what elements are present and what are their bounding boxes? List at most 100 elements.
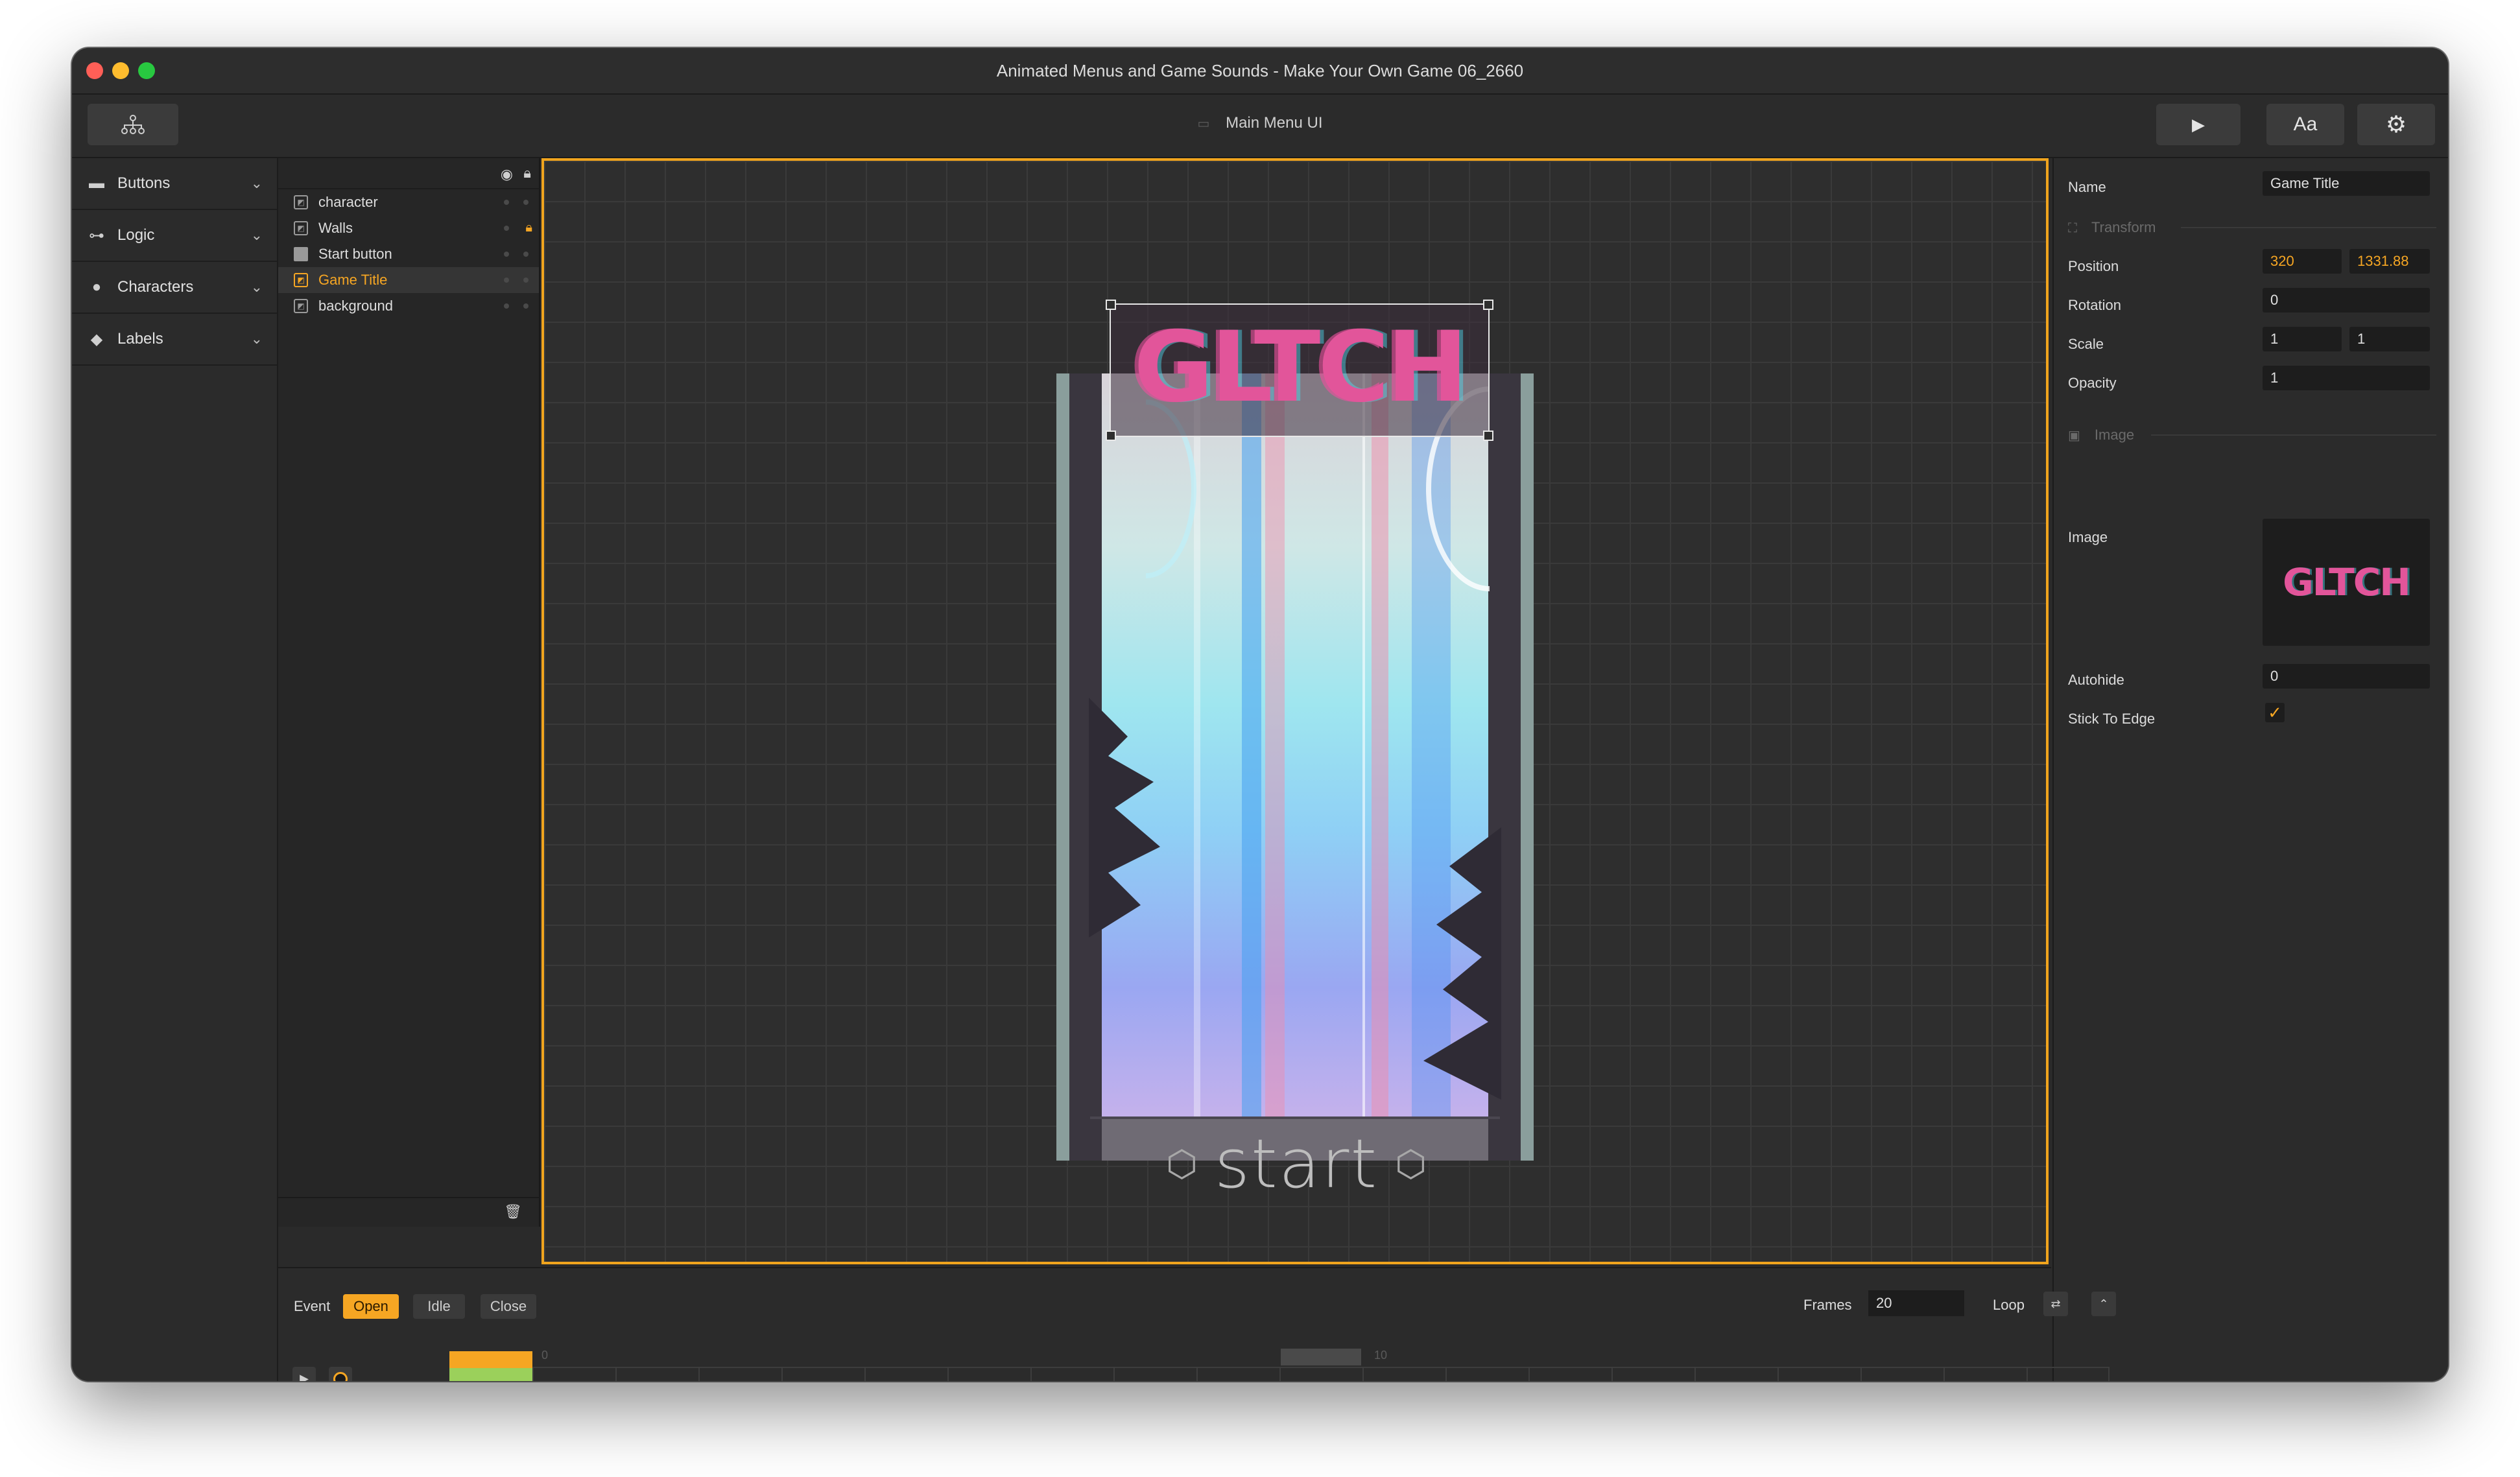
layers-header: ◉ 🔒︎	[278, 158, 539, 189]
frame-cell[interactable]	[1445, 1367, 1530, 1381]
layer-label: Game Title	[318, 272, 388, 288]
start-button-art: ⬡ start ⬡	[1160, 1124, 1432, 1203]
frame-cell[interactable]	[947, 1367, 1032, 1381]
visibility-dot[interactable]	[504, 226, 509, 231]
timeline-panel: Event Open Idle Close Frames 20 Loop ⇄ ⌃…	[278, 1267, 2116, 1381]
scale-x-field[interactable]: 1	[2263, 327, 2342, 351]
scene-canvas[interactable]: ⬡ start ⬡ GLTCH	[541, 158, 2049, 1264]
play-icon: ▶	[2192, 114, 2205, 134]
visibility-dot[interactable]	[504, 278, 509, 283]
event-label: Event	[294, 1298, 331, 1314]
collapse-button[interactable]: ⌃	[2091, 1292, 2116, 1316]
frame-cell[interactable]	[2027, 1367, 2110, 1381]
frame-cell[interactable]	[864, 1367, 949, 1381]
frame-cell[interactable]	[1113, 1367, 1198, 1381]
stripe	[1372, 373, 1388, 1161]
chevron-down-icon: ⌄	[250, 175, 263, 191]
sidebar-item-characters[interactable]: ● Characters ⌄	[72, 262, 277, 314]
visibility-dot[interactable]	[504, 200, 509, 205]
lock-dot[interactable]	[523, 200, 529, 205]
game-title-selection[interactable]: GLTCH	[1106, 300, 1493, 441]
frame-cell[interactable]	[532, 1367, 617, 1381]
trash-icon[interactable]: 🗑︎	[504, 1203, 522, 1220]
autohide-label: Autohide	[2068, 672, 2124, 688]
sidebar-item-logic[interactable]: ⊶ Logic ⌄	[72, 210, 277, 262]
resize-handle[interactable]	[1483, 431, 1493, 441]
frame-cell[interactable]	[1030, 1367, 1115, 1381]
layer-row-game-title[interactable]: ◩ Game Title	[278, 267, 539, 293]
frame-cell[interactable]	[781, 1367, 866, 1381]
frame-cell[interactable]	[1279, 1367, 1364, 1381]
resize-handle[interactable]	[1483, 300, 1493, 310]
loop-label: Loop	[1993, 1297, 2025, 1313]
close-window-button[interactable]	[86, 62, 103, 79]
autohide-field[interactable]: 0	[2263, 664, 2430, 689]
play-button[interactable]: ▶	[2156, 104, 2241, 145]
visibility-dot[interactable]	[504, 303, 509, 309]
frame-cell[interactable]	[1196, 1367, 1281, 1381]
image-preview[interactable]: GLTCH	[2263, 519, 2430, 646]
name-field[interactable]: Game Title	[2263, 171, 2430, 196]
frame-cell[interactable]	[1860, 1367, 1945, 1381]
transform-icon: ⛶	[2068, 221, 2077, 235]
event-close-button[interactable]: Close	[481, 1294, 536, 1319]
lock-dot[interactable]	[523, 252, 529, 257]
chevron-down-icon: ⌄	[250, 279, 263, 295]
scene-name: Main Menu UI	[1226, 114, 1323, 132]
opacity-field[interactable]: 1	[2263, 366, 2430, 390]
position-y-field[interactable]: 1331.88	[2349, 249, 2430, 274]
visibility-dot[interactable]	[504, 252, 509, 257]
frame-cell[interactable]	[1528, 1367, 1613, 1381]
image-layer-icon: ◩	[294, 299, 308, 313]
frame-cell[interactable]	[1694, 1367, 1779, 1381]
layer-row-walls[interactable]: ◩ Walls 🔒︎	[278, 215, 539, 241]
layer-row-character[interactable]: ◩ character	[278, 189, 539, 215]
button-layer-icon	[294, 247, 308, 261]
stick-to-edge-checkbox[interactable]: ✓	[2265, 703, 2285, 722]
timeline-track[interactable]: 0 10	[449, 1349, 2110, 1381]
frames-field[interactable]: 20	[1868, 1290, 1964, 1316]
frame-cell[interactable]	[1611, 1367, 1696, 1381]
text-button[interactable]: Aa	[2266, 104, 2344, 145]
event-idle-button[interactable]: Idle	[413, 1294, 465, 1319]
frame-cell[interactable]	[1362, 1367, 1447, 1381]
chevron-down-icon: ⌄	[250, 331, 263, 347]
lock-dot[interactable]	[523, 303, 529, 309]
keyframe-block[interactable]	[449, 1351, 532, 1381]
resize-handle[interactable]	[1106, 300, 1116, 310]
person-icon: ●	[91, 278, 102, 296]
window-title: Animated Menus and Game Sounds - Make Yo…	[996, 60, 1524, 80]
lock-dot[interactable]	[523, 278, 529, 283]
event-open-button[interactable]: Open	[343, 1294, 399, 1319]
frame-cell[interactable]	[1777, 1367, 1862, 1381]
sidebar-item-labels[interactable]: ◆ Labels ⌄	[72, 314, 277, 366]
position-x-field[interactable]: 320	[2263, 249, 2342, 274]
tick-label: 10	[1374, 1349, 1388, 1362]
window-controls	[86, 62, 155, 79]
app-window: Animated Menus and Game Sounds - Make Yo…	[72, 48, 2448, 1381]
settings-button[interactable]: ⚙	[2357, 104, 2435, 145]
name-label: Name	[2068, 179, 2106, 195]
visibility-eye-icon[interactable]: ◉	[501, 166, 513, 183]
lock-icon[interactable]: 🔒︎	[523, 165, 531, 182]
title-bar: Animated Menus and Game Sounds - Make Yo…	[72, 48, 2448, 95]
minimize-window-button[interactable]	[112, 62, 129, 79]
sidebar-item-buttons[interactable]: ▬ Buttons ⌄	[72, 158, 277, 210]
layer-label: Walls	[318, 220, 353, 236]
loop-toggle[interactable]: ⇄	[2043, 1292, 2068, 1316]
playhead[interactable]	[1281, 1349, 1361, 1365]
layer-row-background[interactable]: ◩ background	[278, 293, 539, 319]
right-spikes	[1423, 827, 1501, 1100]
frame-cell[interactable]	[615, 1367, 700, 1381]
rotation-field[interactable]: 0	[2263, 288, 2430, 313]
frame-cell[interactable]	[1943, 1367, 2028, 1381]
zoom-window-button[interactable]	[138, 62, 155, 79]
right-wall	[1521, 373, 1534, 1161]
scale-y-field[interactable]: 1	[2349, 327, 2430, 351]
record-button[interactable]	[329, 1367, 352, 1381]
frame-cell[interactable]	[698, 1367, 783, 1381]
resize-handle[interactable]	[1106, 431, 1116, 441]
timeline-play-button[interactable]: ▶	[292, 1367, 316, 1381]
lock-icon[interactable]: 🔒︎	[525, 220, 532, 235]
layer-row-start-button[interactable]: Start button	[278, 241, 539, 267]
